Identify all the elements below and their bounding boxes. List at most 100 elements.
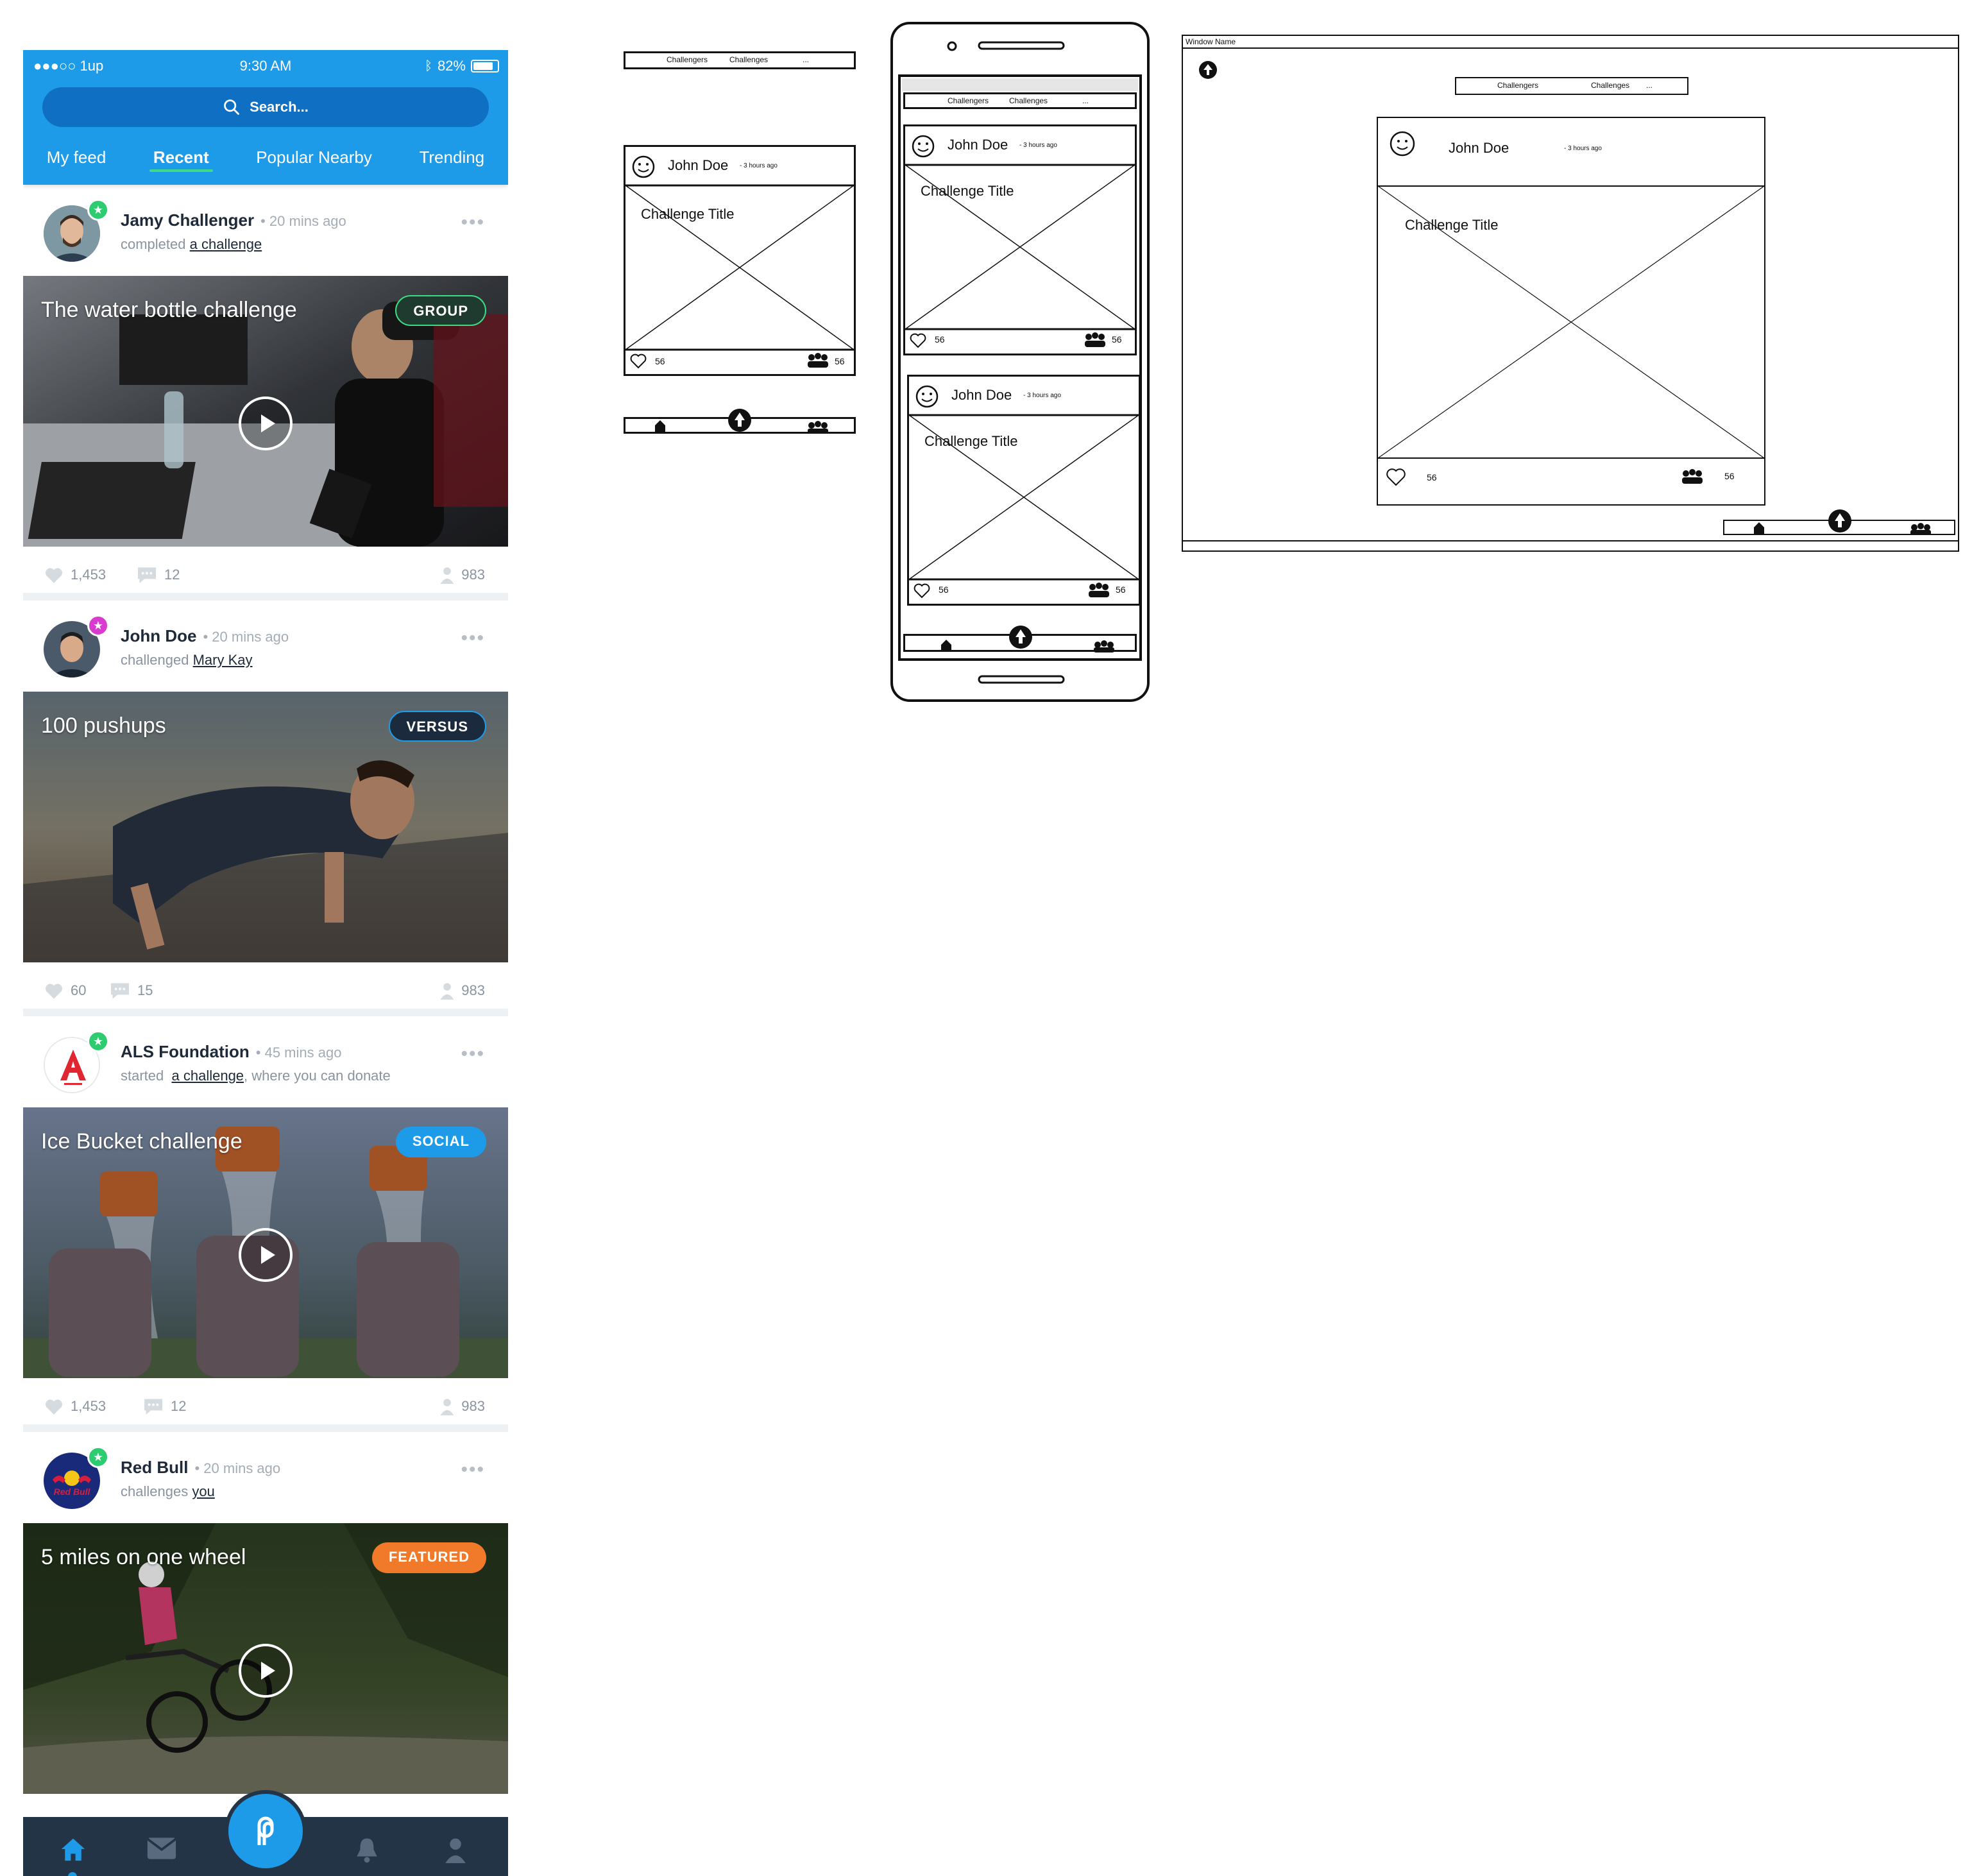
wireframe-small: Challengers Challenges ... John Doe - 3 … [622,50,860,448]
verified-star-badge: ★ [87,199,109,221]
post-time: • 20 mins ago [260,213,346,229]
home-icon[interactable] [59,1836,87,1862]
wireframe-nav-icons [1754,509,1931,535]
mail-icon[interactable] [146,1836,177,1861]
post-author[interactable]: ALS Foundation • 45 mins ago [121,1042,341,1062]
challenge-media[interactable]: 5 miles on one wheel FEATURED [23,1523,508,1794]
participants-stat[interactable]: 983 [439,982,485,1000]
more-options-icon[interactable]: ••• [461,627,485,649]
verified-star-badge: ★ [87,615,109,636]
tab-my-feed[interactable]: My feed [43,133,110,181]
status-bar: ●●●○○ 1up 9:30 AM ᛒ 82% [23,50,508,83]
post-stats: 1,453 12 983 [23,547,508,601]
window-title-bar: Window Name [1183,36,1958,49]
post-time: • 20 mins ago [203,629,289,645]
comments-stat[interactable]: 15 [109,982,153,1000]
wireframe-timestamp: - 3 hours ago [1564,145,1602,152]
action-link[interactable]: Mary Kay [193,652,253,668]
wireframe-tab-challengers[interactable]: Challengers [1497,81,1538,90]
wireframe-card: John Doe - 3 hours ago Challenge Title 5… [1377,117,1765,506]
action-link[interactable]: a challenge [172,1068,244,1084]
wireframe-username: John Doe [1449,140,1509,156]
search-bar[interactable]: Search... [42,87,489,127]
participants-count: 983 [461,982,485,998]
wireframe-tab-challenges[interactable]: Challenges [1591,81,1629,90]
post-stats: 60 15 983 [23,962,508,1016]
post-divider [23,1009,508,1016]
more-options-icon[interactable]: ••• [461,212,485,234]
more-options-icon[interactable]: ••• [461,1043,485,1065]
play-button[interactable] [239,1228,293,1282]
battery-fill [473,62,493,70]
wireframe-participants: 56 [1724,471,1735,481]
comments-stat[interactable]: 12 [136,566,180,584]
wireframe-tab-challengers[interactable]: Challengers [948,96,989,105]
wireframe-username: John Doe [951,387,1012,403]
likes-count: 1,453 [71,567,106,583]
tab-recent[interactable]: Recent [149,133,213,181]
more-options-icon[interactable]: ••• [461,1459,485,1481]
wireframe-card-lines [909,385,1139,599]
likes-count: 1,453 [71,1398,106,1414]
heart-icon [46,1399,62,1415]
bell-icon[interactable] [354,1836,380,1863]
post-author[interactable]: Jamy Challenger • 20 mins ago [121,210,346,230]
post-author[interactable]: Red Bull • 20 mins ago [121,1458,280,1478]
participants-stat[interactable]: 983 [439,1397,485,1415]
app-header: ●●●○○ 1up 9:30 AM ᛒ 82% Search... My fee… [23,50,508,185]
create-challenge-button[interactable] [225,1790,307,1872]
challenge-type-tag: GROUP [395,295,486,326]
likes-stat[interactable]: 1,453 [44,566,106,584]
verified-star-badge: ★ [87,1030,109,1052]
likes-count: 60 [71,982,87,998]
play-button[interactable] [239,1644,293,1698]
wireframe-challenge-title: Challenge Title [641,206,735,222]
wireframe-tab-challenges[interactable]: Challenges [729,55,768,64]
author-name: ALS Foundation [121,1042,250,1061]
wireframe-phone: Challengers Challenges ... John Doe - 3 … [890,22,1150,702]
play-button[interactable] [239,397,293,450]
challenge-media[interactable]: The water bottle challenge GROUP [23,276,508,547]
wireframe-participants: 56 [1112,334,1122,345]
feed-tabs: My feed Recent Popular Nearby Trending [23,133,508,181]
window-bottom-rule [1183,540,1958,541]
mobile-app-screen: ●●●○○ 1up 9:30 AM ᛒ 82% Search... My fee… [23,50,508,1876]
participants-stat[interactable]: 983 [439,566,485,584]
verified-star-badge: ★ [87,1446,109,1468]
wireframe-tab-challenges[interactable]: Challenges [1009,96,1048,105]
challenge-title: 5 miles on one wheel [41,1545,246,1569]
challenge-media[interactable]: Ice Bucket challenge SOCIAL [23,1107,508,1378]
wireframe-nav-icons [941,626,1114,652]
battery-percent: 82% [437,58,466,74]
comments-stat[interactable]: 12 [142,1397,186,1415]
tab-trending[interactable]: Trending [415,133,488,181]
wireframe-tab-challengers[interactable]: Challengers [667,55,708,64]
wireframe-timestamp: - 3 hours ago [1023,392,1061,399]
profile-icon[interactable] [444,1836,467,1863]
action-link[interactable]: a challenge [190,236,262,252]
wireframe-nav-icons [655,409,828,434]
challenge-media[interactable]: 100 pushups VERSUS [23,692,508,962]
likes-stat[interactable]: 60 [44,982,86,1000]
wireframe-challenge-title: Challenge Title [1405,217,1499,233]
wireframe-tab-more[interactable]: ... [803,55,809,64]
action-link[interactable]: you [192,1483,214,1499]
post-author[interactable]: John Doe • 20 mins ago [121,626,289,646]
comment-icon [144,1399,162,1415]
likes-stat[interactable]: 1,453 [44,1397,106,1415]
author-name: John Doe [121,626,197,645]
wireframe-tab-more[interactable]: ... [1082,96,1089,105]
author-name: Jamy Challenger [121,210,255,230]
feed-post: Red Bull ★ Red Bull • 20 mins ago challen… [23,1432,508,1794]
search-placeholder: Search... [250,99,309,115]
tab-popular-nearby[interactable]: Popular Nearby [252,133,376,181]
wireframe-tab-more[interactable]: ... [1646,81,1653,90]
wireframe-card-lines [1378,131,1764,486]
upload-icon[interactable] [1197,59,1219,81]
wireframe-participants: 56 [1116,584,1126,595]
challenge-title: The water bottle challenge [41,298,297,322]
heart-icon [46,568,62,583]
battery-indicator: ᛒ 82% [425,58,499,74]
feed-post: ★ John Doe • 20 mins ago challenged Mary … [23,601,508,1016]
person-icon [440,1399,454,1415]
